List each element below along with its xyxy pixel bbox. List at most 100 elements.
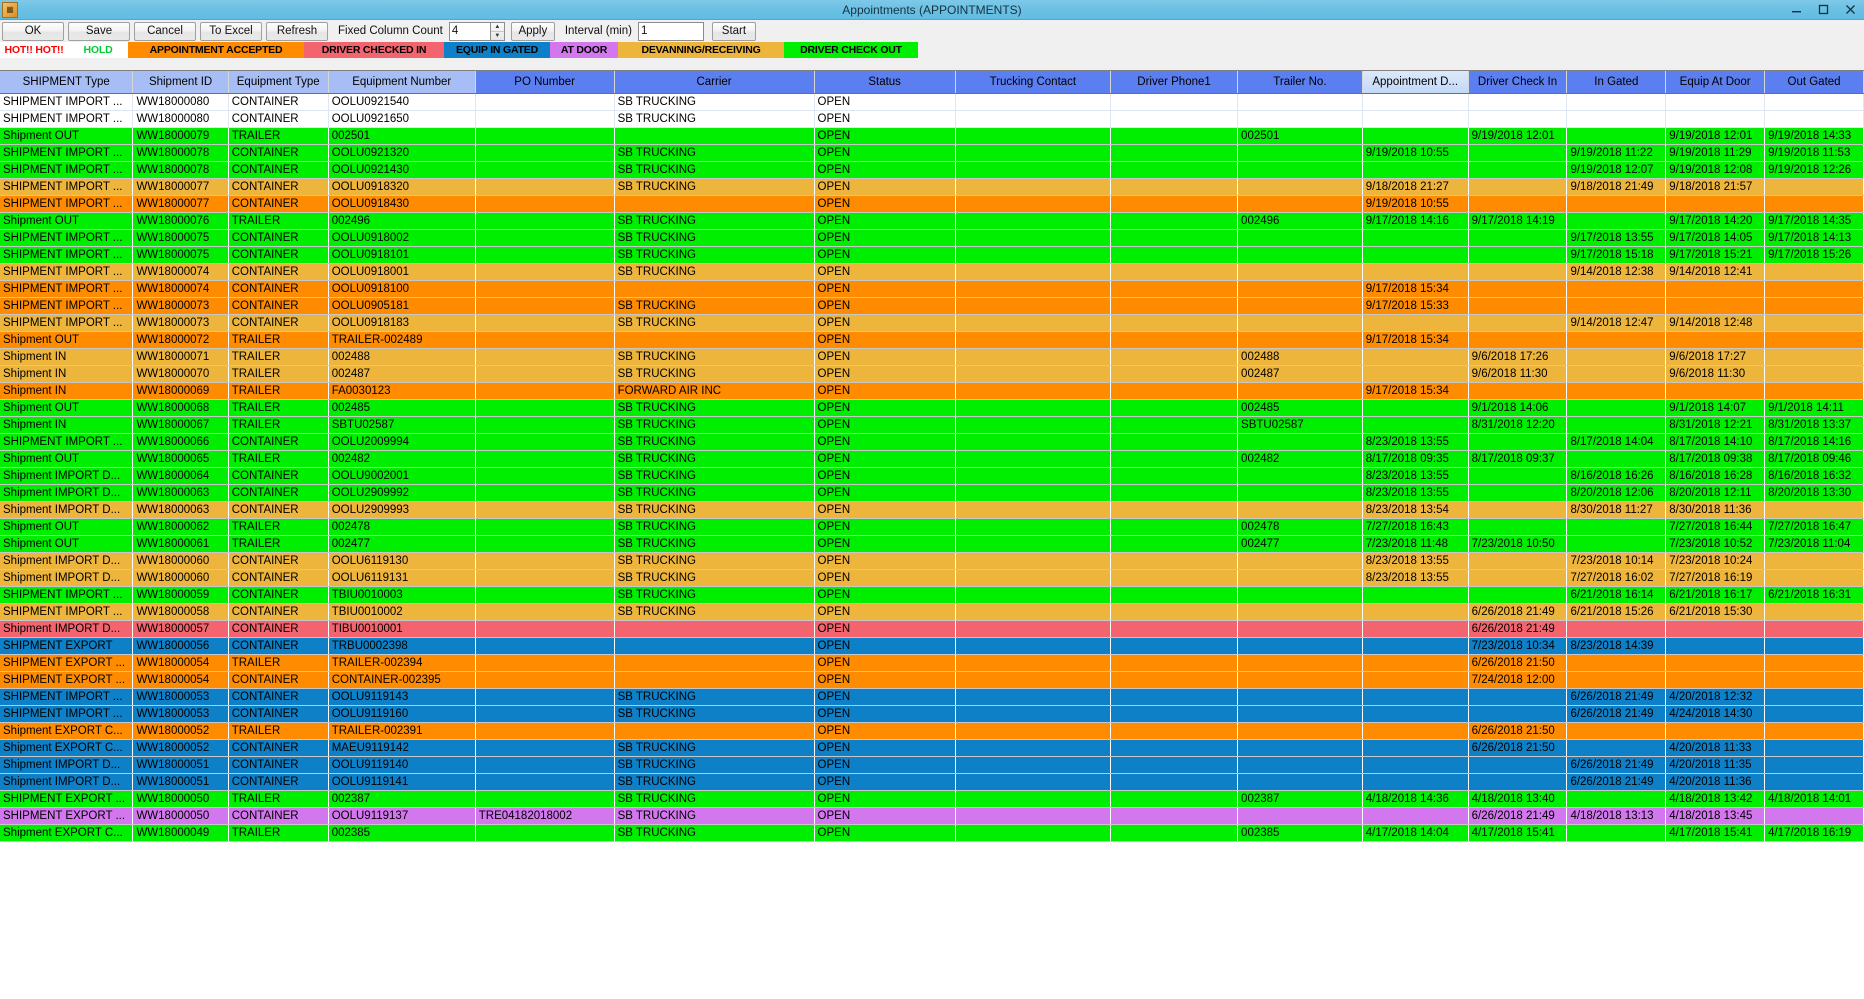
cell-r11-c8[interactable] xyxy=(1110,280,1239,298)
cell-r34-c1[interactable]: WW18000054 xyxy=(132,671,229,689)
cell-r16-c8[interactable] xyxy=(1110,365,1239,383)
cell-r30-c9[interactable] xyxy=(1237,603,1363,621)
cell-r25-c13[interactable]: 7/27/2018 16:44 xyxy=(1665,518,1766,536)
cell-r2-c12[interactable] xyxy=(1566,127,1667,145)
cell-r3-c0[interactable]: SHIPMENT IMPORT ... xyxy=(0,144,134,162)
cell-r39-c4[interactable] xyxy=(475,756,615,774)
cell-r26-c11[interactable]: 7/23/2018 10:50 xyxy=(1468,535,1568,553)
cell-r24-c2[interactable]: CONTAINER xyxy=(228,501,329,519)
cell-r34-c7[interactable] xyxy=(955,671,1112,689)
cell-r33-c4[interactable] xyxy=(475,654,615,672)
cell-r4-c12[interactable]: 9/19/2018 12:07 xyxy=(1566,161,1667,179)
cell-r17-c11[interactable] xyxy=(1468,382,1568,400)
cell-r6-c9[interactable] xyxy=(1237,195,1363,213)
cell-r37-c11[interactable]: 6/26/2018 21:50 xyxy=(1468,722,1568,740)
cell-r17-c10[interactable]: 9/17/2018 15:34 xyxy=(1362,382,1469,400)
cell-r26-c4[interactable] xyxy=(475,535,615,553)
cell-r19-c8[interactable] xyxy=(1110,416,1239,434)
cell-r14-c11[interactable] xyxy=(1468,331,1568,349)
cell-r27-c0[interactable]: Shipment IMPORT D... xyxy=(0,552,134,570)
cell-r24-c10[interactable]: 8/23/2018 13:54 xyxy=(1362,501,1469,519)
cell-r7-c10[interactable]: 9/17/2018 14:16 xyxy=(1362,212,1469,230)
cell-r19-c7[interactable] xyxy=(955,416,1112,434)
cell-r40-c4[interactable] xyxy=(475,773,615,791)
cell-r43-c0[interactable]: Shipment EXPORT C... xyxy=(0,824,134,842)
cell-r13-c6[interactable]: OPEN xyxy=(814,314,956,332)
cell-r12-c9[interactable] xyxy=(1237,297,1363,315)
cell-r12-c4[interactable] xyxy=(475,297,615,315)
cell-r7-c12[interactable] xyxy=(1566,212,1667,230)
cell-r43-c14[interactable]: 4/17/2018 16:19 xyxy=(1764,824,1864,842)
cell-r18-c1[interactable]: WW18000068 xyxy=(132,399,229,417)
cell-r35-c12[interactable]: 6/26/2018 21:49 xyxy=(1566,688,1667,706)
table-row[interactable]: Shipment OUT WW18000061 TRAILER 002477 SB TR… xyxy=(0,535,1864,553)
cell-r17-c12[interactable] xyxy=(1566,382,1667,400)
cell-r1-c11[interactable] xyxy=(1468,110,1568,128)
cell-r36-c5[interactable]: SB TRUCKING xyxy=(614,705,815,723)
cell-r36-c11[interactable] xyxy=(1468,705,1568,723)
cell-r32-c2[interactable]: CONTAINER xyxy=(228,637,329,655)
cell-r1-c2[interactable]: CONTAINER xyxy=(228,110,329,128)
cell-r32-c5[interactable] xyxy=(614,637,815,655)
table-row[interactable]: SHIPMENT IMPORT ... WW18000074 CONTAINER OO… xyxy=(0,263,1864,281)
cell-r7-c6[interactable]: OPEN xyxy=(814,212,956,230)
column-header-8[interactable]: Driver Phone1 xyxy=(1110,71,1239,94)
table-row[interactable]: SHIPMENT IMPORT ... WW18000075 CONTAINER OO… xyxy=(0,229,1864,247)
cell-r39-c3[interactable]: OOLU9119140 xyxy=(328,756,476,774)
cell-r9-c0[interactable]: SHIPMENT IMPORT ... xyxy=(0,246,134,264)
cell-r25-c11[interactable] xyxy=(1468,518,1568,536)
cell-r6-c8[interactable] xyxy=(1110,195,1239,213)
cell-r35-c5[interactable]: SB TRUCKING xyxy=(614,688,815,706)
cell-r10-c0[interactable]: SHIPMENT IMPORT ... xyxy=(0,263,134,281)
cell-r25-c1[interactable]: WW18000062 xyxy=(132,518,229,536)
cell-r8-c10[interactable] xyxy=(1362,229,1469,247)
cell-r27-c8[interactable] xyxy=(1110,552,1239,570)
cell-r16-c1[interactable]: WW18000070 xyxy=(132,365,229,383)
cell-r33-c2[interactable]: TRAILER xyxy=(228,654,329,672)
cell-r1-c13[interactable] xyxy=(1665,110,1766,128)
cell-r42-c12[interactable]: 4/18/2018 13:13 xyxy=(1566,807,1667,825)
spinner-up-icon[interactable]: ▲ xyxy=(490,23,504,32)
cell-r7-c0[interactable]: Shipment OUT xyxy=(0,212,134,230)
cell-r41-c1[interactable]: WW18000050 xyxy=(132,790,229,808)
cell-r11-c2[interactable]: CONTAINER xyxy=(228,280,329,298)
cell-r14-c14[interactable] xyxy=(1764,331,1864,349)
spinner-down-icon[interactable]: ▼ xyxy=(491,32,504,40)
cell-r11-c9[interactable] xyxy=(1237,280,1363,298)
cell-r42-c3[interactable]: OOLU9119137 xyxy=(328,807,476,825)
cell-r23-c5[interactable]: SB TRUCKING xyxy=(614,484,815,502)
cell-r26-c1[interactable]: WW18000061 xyxy=(132,535,229,553)
cell-r4-c11[interactable] xyxy=(1468,161,1568,179)
cell-r2-c9[interactable]: 002501 xyxy=(1237,127,1363,145)
cell-r32-c1[interactable]: WW18000056 xyxy=(132,637,229,655)
cell-r10-c5[interactable]: SB TRUCKING xyxy=(614,263,815,281)
cell-r39-c1[interactable]: WW18000051 xyxy=(132,756,229,774)
cell-r16-c5[interactable]: SB TRUCKING xyxy=(614,365,815,383)
cell-r26-c5[interactable]: SB TRUCKING xyxy=(614,535,815,553)
cell-r27-c12[interactable]: 7/23/2018 10:14 xyxy=(1566,552,1667,570)
cell-r36-c10[interactable] xyxy=(1362,705,1469,723)
table-row[interactable]: SHIPMENT IMPORT ... WW18000053 CONTAINER OO… xyxy=(0,688,1864,706)
cell-r13-c1[interactable]: WW18000073 xyxy=(132,314,229,332)
cell-r23-c11[interactable] xyxy=(1468,484,1568,502)
cell-r2-c14[interactable]: 9/19/2018 14:33 xyxy=(1764,127,1864,145)
cell-r22-c2[interactable]: CONTAINER xyxy=(228,467,329,485)
cell-r25-c0[interactable]: Shipment OUT xyxy=(0,518,134,536)
cell-r31-c0[interactable]: Shipment IMPORT D... xyxy=(0,620,134,638)
cell-r21-c5[interactable]: SB TRUCKING xyxy=(614,450,815,468)
cell-r2-c7[interactable] xyxy=(955,127,1112,145)
cell-r6-c2[interactable]: CONTAINER xyxy=(228,195,329,213)
cell-r42-c1[interactable]: WW18000050 xyxy=(132,807,229,825)
cell-r8-c0[interactable]: SHIPMENT IMPORT ... xyxy=(0,229,134,247)
cell-r6-c6[interactable]: OPEN xyxy=(814,195,956,213)
cell-r29-c4[interactable] xyxy=(475,586,615,604)
cell-r35-c1[interactable]: WW18000053 xyxy=(132,688,229,706)
cell-r16-c10[interactable] xyxy=(1362,365,1469,383)
cell-r5-c5[interactable]: SB TRUCKING xyxy=(614,178,815,196)
cell-r16-c13[interactable]: 9/6/2018 11:30 xyxy=(1665,365,1766,383)
cell-r23-c9[interactable] xyxy=(1237,484,1363,502)
cell-r34-c8[interactable] xyxy=(1110,671,1239,689)
cell-r42-c11[interactable]: 6/26/2018 21:49 xyxy=(1468,807,1568,825)
cell-r18-c7[interactable] xyxy=(955,399,1112,417)
cell-r27-c7[interactable] xyxy=(955,552,1112,570)
